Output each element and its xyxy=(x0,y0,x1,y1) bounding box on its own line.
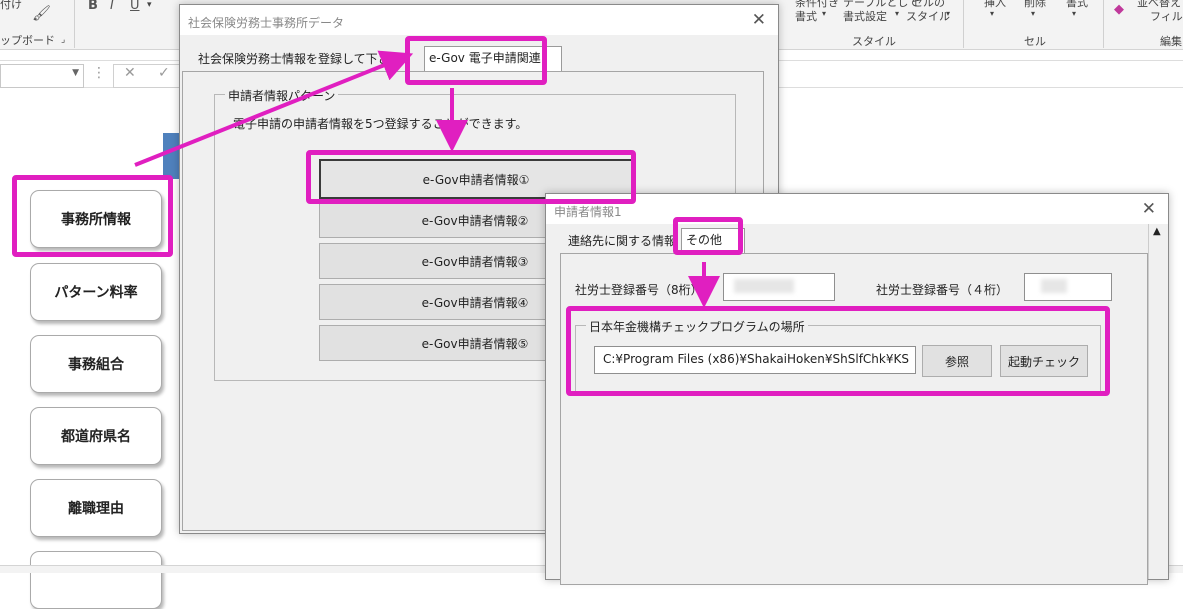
annotation-arrows xyxy=(134,50,720,308)
arrow-office-to-tab xyxy=(134,50,414,167)
